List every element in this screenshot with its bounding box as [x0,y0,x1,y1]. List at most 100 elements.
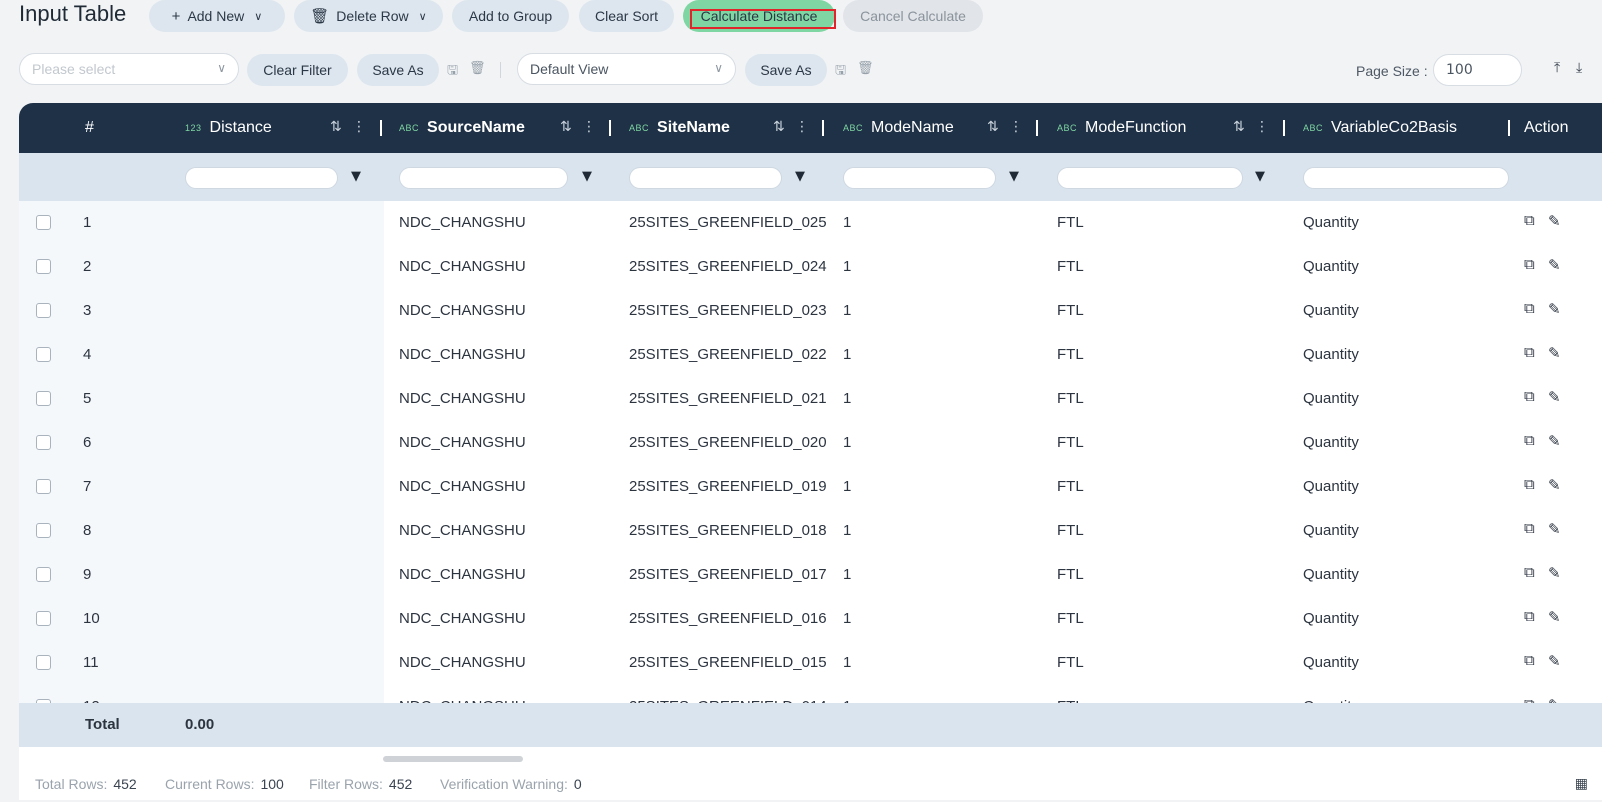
copy-icon[interactable]: ⧉ [1524,344,1535,361]
edit-icon[interactable]: ✎ [1548,520,1561,538]
table-row[interactable]: 3 NDC_CHANGSHU 25SITES_GREENFIELD_023 1 FTL Q… [19,289,1602,333]
table-row[interactable]: 11 NDC_CHANGSHU 25SITES_GREENFIELD_015 1 FTL… [19,641,1602,685]
table-row[interactable]: 4 NDC_CHANGSHU 25SITES_GREENFIELD_022 1 FTL Q… [19,333,1602,377]
col-site-header[interactable]: ABC SiteName [629,103,730,153]
clear-sort-button[interactable]: Clear Sort [579,0,674,32]
row-checkbox[interactable] [36,391,51,406]
sort-icon[interactable]: ⇅ [560,119,572,135]
filter-icon[interactable]: ▼ [582,169,592,184]
row-checkbox[interactable] [36,523,51,538]
column-resizer[interactable] [1036,120,1038,136]
table-row[interactable]: 2 NDC_CHANGSHU 25SITES_GREENFIELD_024 1 FTL Q… [19,245,1602,289]
col-distance-header[interactable]: 123 Distance [185,103,272,153]
edit-icon[interactable]: ✎ [1548,388,1561,406]
row-checkbox[interactable] [36,259,51,274]
sort-icon[interactable]: ⇅ [1233,119,1245,135]
site-filter-input[interactable] [629,167,782,189]
edit-icon[interactable]: ✎ [1548,564,1561,582]
download-icon[interactable]: ⤓ [1576,60,1582,76]
col-source-header[interactable]: ABC SourceName [399,103,525,153]
save-as-filter-button[interactable]: Save As [357,54,439,86]
upload-icon[interactable]: ⤒ [1554,60,1560,76]
more-icon[interactable]: ⋮ [352,119,366,135]
table-row[interactable]: 9 NDC_CHANGSHU 25SITES_GREENFIELD_017 1 FTL Q… [19,553,1602,597]
more-icon[interactable]: ⋮ [795,119,809,135]
col-mode-header[interactable]: ABC ModeName [843,103,954,153]
copy-icon[interactable]: ⧉ [1524,608,1535,625]
edit-icon[interactable]: ✎ [1548,300,1561,318]
edit-icon[interactable]: ✎ [1548,212,1561,230]
row-checkbox[interactable] [36,611,51,626]
filter-icon[interactable]: ▼ [351,169,361,184]
copy-icon[interactable]: ⧉ [1524,300,1535,317]
calculate-distance-button[interactable]: Calculate Distance [683,0,835,32]
copy-icon[interactable]: ⧉ [1524,256,1535,273]
clear-filter-button[interactable]: Clear Filter [247,54,348,86]
copy-icon[interactable]: ⧉ [1524,652,1535,669]
table-row[interactable]: 1 NDC_CHANGSHU 25SITES_GREENFIELD_025 1 FTL Q… [19,201,1602,245]
table-row[interactable]: 5 NDC_CHANGSHU 25SITES_GREENFIELD_021 1 FTL Q… [19,377,1602,421]
mode-filter-input[interactable] [843,167,996,189]
row-checkbox[interactable] [36,479,51,494]
trash-icon[interactable]: 🗑 [857,61,874,76]
co2-filter-input[interactable] [1303,167,1509,189]
delete-row-button[interactable]: 🗑 Delete Row ∨ [294,0,443,32]
sort-icon[interactable]: ⇅ [773,119,785,135]
edit-icon[interactable]: ✎ [1548,256,1561,274]
copy-icon[interactable]: ⧉ [1524,696,1535,703]
copy-icon[interactable]: ⧉ [1524,476,1535,493]
edit-icon[interactable]: ✎ [1548,476,1561,494]
filter-icon[interactable]: ▼ [1009,169,1019,184]
col-function-header[interactable]: ABC ModeFunction [1057,103,1186,153]
edit-icon[interactable]: ✎ [1548,696,1561,703]
column-resizer[interactable] [380,120,382,136]
filter-icon[interactable]: ▼ [795,169,805,184]
column-resizer[interactable] [609,120,611,136]
table-row[interactable]: 8 NDC_CHANGSHU 25SITES_GREENFIELD_018 1 FTL Q… [19,509,1602,553]
copy-icon[interactable]: ⧉ [1524,520,1535,537]
function-filter-input[interactable] [1057,167,1243,189]
copy-icon[interactable]: ⧉ [1524,432,1535,449]
row-checkbox[interactable] [36,347,51,362]
save-icon[interactable]: 🖫 [835,61,846,83]
source-filter-input[interactable] [399,167,568,189]
row-checkbox[interactable] [36,303,51,318]
cancel-calculate-button[interactable]: Cancel Calculate [843,0,983,32]
more-icon[interactable]: ⋮ [1255,119,1269,135]
table-row[interactable]: 10 NDC_CHANGSHU 25SITES_GREENFIELD_016 1 FTL… [19,597,1602,641]
column-resizer[interactable] [822,120,824,136]
copy-icon[interactable]: ⧉ [1524,564,1535,581]
filter-select[interactable]: Please select ∨ [19,53,239,85]
calculator-icon[interactable]: ▦ [1575,775,1588,792]
sort-icon[interactable]: ⇅ [330,119,342,135]
cell-source: NDC_CHANGSHU [399,214,526,231]
view-select[interactable]: Default View ∨ [517,53,736,85]
col-co2-header[interactable]: ABC VariableCo2Basis [1303,103,1457,153]
page-size-input[interactable]: 100 [1433,54,1522,86]
save-as-view-button[interactable]: Save As [745,54,827,86]
row-checkbox[interactable] [36,567,51,582]
add-new-button[interactable]: + Add New ∨ [149,0,285,32]
more-icon[interactable]: ⋮ [1009,119,1023,135]
more-icon[interactable]: ⋮ [582,119,596,135]
edit-icon[interactable]: ✎ [1548,432,1561,450]
table-row[interactable]: 6 NDC_CHANGSHU 25SITES_GREENFIELD_020 1 FTL Q… [19,421,1602,465]
edit-icon[interactable]: ✎ [1548,608,1561,626]
copy-icon[interactable]: ⧉ [1524,388,1535,405]
distance-filter-input[interactable] [185,167,338,189]
column-resizer[interactable] [1508,120,1510,136]
filter-icon[interactable]: ▼ [1255,169,1265,184]
column-resizer[interactable] [1283,120,1285,136]
sort-icon[interactable]: ⇅ [987,119,999,135]
edit-icon[interactable]: ✎ [1548,652,1561,670]
trash-icon[interactable]: 🗑 [469,61,486,76]
row-checkbox[interactable] [36,215,51,230]
table-row[interactable]: 7 NDC_CHANGSHU 25SITES_GREENFIELD_019 1 FTL Q… [19,465,1602,509]
row-checkbox[interactable] [36,435,51,450]
add-to-group-button[interactable]: Add to Group [452,0,569,32]
table-row[interactable]: 12NDC_CHANGSHU25SITES_GREENFIELD_0141FTL… [19,685,1602,703]
edit-icon[interactable]: ✎ [1548,344,1561,362]
row-checkbox[interactable] [36,655,51,670]
save-icon[interactable]: 🖫 [447,61,458,83]
copy-icon[interactable]: ⧉ [1524,212,1535,229]
